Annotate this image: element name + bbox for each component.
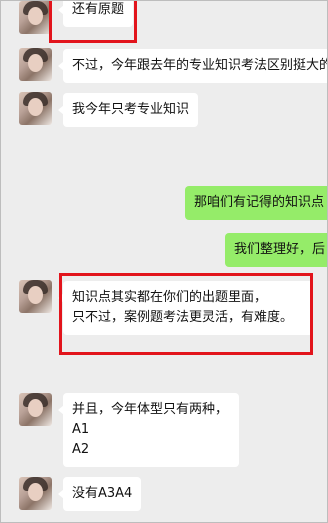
- message-text: 还有原题: [72, 2, 125, 17]
- message-line: 并且，今年体型只有两种，: [72, 402, 229, 417]
- contact-avatar[interactable]: [19, 477, 52, 510]
- message-bubble-outgoing[interactable]: 那咱们有记得的知识点: [185, 186, 327, 220]
- message-text: 没有A3A4: [72, 486, 133, 501]
- message-text: 我今年只考专业知识: [72, 102, 190, 117]
- message-bubble-incoming[interactable]: 不过，今年跟去年的专业知识考法区别挺大的: [57, 49, 328, 83]
- contact-avatar[interactable]: [19, 48, 52, 81]
- message-line: A2: [72, 442, 90, 457]
- chat-window: 还有原题 不过，今年跟去年的专业知识考法区别挺大的 我今年只考专业知识 那咱们有…: [0, 0, 328, 523]
- message-bubble-incoming[interactable]: 我今年只考专业知识: [57, 93, 199, 127]
- contact-avatar[interactable]: [19, 393, 52, 426]
- message-bubble-incoming[interactable]: 没有A3A4: [57, 477, 142, 511]
- message-bubble-incoming[interactable]: 知识点其实都在你们的出题里面， 只不过，案例题考法更灵活，有难度。: [58, 281, 313, 335]
- contact-avatar[interactable]: [19, 1, 52, 34]
- message-text: 我们整理好，后: [234, 242, 326, 257]
- message-line: A1: [72, 422, 90, 437]
- message-text: 那咱们有记得的知识点: [194, 195, 325, 210]
- message-bubble-outgoing[interactable]: 我们整理好，后: [225, 233, 327, 267]
- message-text: 不过，今年跟去年的专业知识考法区别挺大的: [72, 58, 328, 73]
- contact-avatar[interactable]: [19, 92, 52, 125]
- scrollbar[interactable]: [324, 1, 327, 522]
- message-bubble-incoming[interactable]: 还有原题: [57, 1, 134, 27]
- message-line: 知识点其实都在你们的出题里面，: [72, 290, 268, 305]
- contact-avatar[interactable]: [19, 280, 52, 313]
- message-line: 只不过，案例题考法更灵活，有难度。: [72, 310, 294, 325]
- message-bubble-incoming[interactable]: 并且，今年体型只有两种， A1 A2: [58, 393, 239, 467]
